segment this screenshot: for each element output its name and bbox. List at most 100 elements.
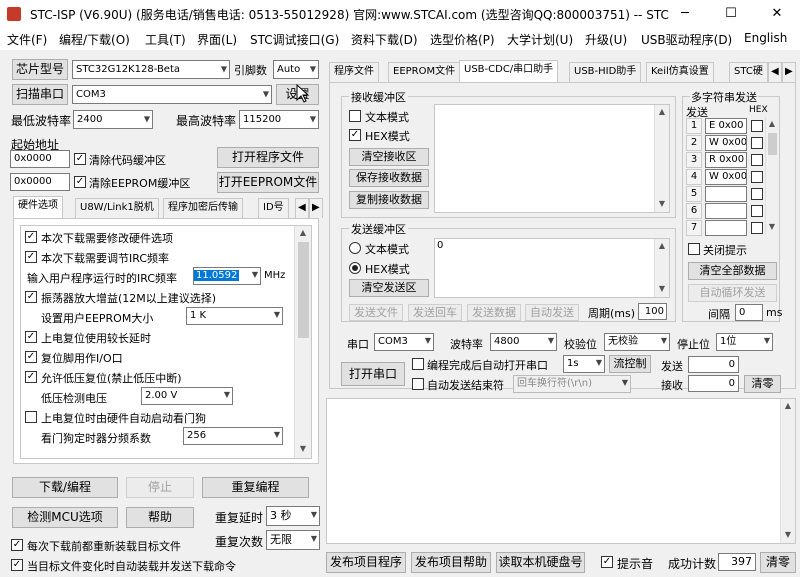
multi-send-index-button[interactable]: 2 [686, 135, 702, 151]
send-text-mode-radio[interactable] [349, 242, 361, 254]
reload-checkbox[interactable]: ✓ [11, 539, 23, 551]
eeprom-size-select[interactable]: 1 K ▼ [186, 307, 283, 325]
tab-encrypt[interactable]: 程序加密后传输 [163, 198, 243, 218]
menu-program[interactable]: 编程/下载(O) [59, 31, 130, 48]
stop-button[interactable]: 停止 [126, 477, 194, 498]
log-output[interactable]: ▲ ▼ [326, 398, 796, 544]
scroll-down-icon[interactable]: ▼ [656, 284, 668, 293]
multi-send-index-button[interactable]: 4 [686, 169, 702, 185]
baud-select[interactable]: 4800 ▼ [490, 333, 557, 351]
clear-success-button[interactable]: 清零 [760, 552, 796, 573]
adjust-irc-checkbox[interactable]: ✓ [25, 251, 37, 263]
read-disk-button[interactable]: 读取本机硬盘号 [496, 552, 585, 573]
serial-port-select[interactable]: COM3 ▼ [374, 333, 434, 351]
multi-send-input[interactable] [705, 220, 747, 236]
minimize-button[interactable]: ─ [662, 0, 708, 28]
copy-receive-button[interactable]: 复制接收数据 [349, 191, 429, 209]
tab-id[interactable]: ID号 [258, 198, 289, 218]
multi-send-hex-checkbox[interactable] [751, 205, 763, 217]
auto-open-delay-select[interactable]: 1s ▼ [563, 355, 605, 373]
clear-receive-button[interactable]: 清空接收区 [349, 148, 429, 166]
end-char-select[interactable]: 回车换行符(\r\n) ▼ [513, 375, 631, 393]
stop-bits-select[interactable]: 1位 ▼ [716, 333, 773, 351]
tab-stc-hw[interactable]: STC硬 [729, 62, 768, 82]
tab-usb-cdc[interactable]: USB-CDC/串口助手 [459, 60, 559, 82]
menu-tools[interactable]: 工具(T) [145, 31, 186, 48]
multi-send-input[interactable]: R 0x00 [705, 152, 747, 168]
tab-scroll-left-icon[interactable]: ◀ [295, 198, 309, 218]
modify-hw-checkbox[interactable]: ✓ [25, 231, 37, 243]
port-select[interactable]: COM3 ▼ [72, 85, 272, 104]
auto-send-end-checkbox[interactable] [412, 378, 424, 390]
close-button[interactable]: ✕ [754, 0, 800, 28]
tab-scroll-right-icon[interactable]: ▶ [309, 198, 323, 218]
scrollbar-thumb[interactable] [298, 242, 309, 338]
scrollbar-thumb[interactable] [768, 133, 777, 155]
min-baud-select[interactable]: 2400 ▼ [73, 110, 153, 129]
open-eeprom-button[interactable]: 打开EEPROM文件 [217, 172, 319, 193]
tab-scroll-left-icon[interactable]: ◀ [768, 62, 782, 82]
tab-keil[interactable]: Keil仿真设置 [646, 62, 714, 82]
tab-u8w-offline[interactable]: U8W/Link1脱机 [75, 198, 159, 218]
save-receive-button[interactable]: 保存接收数据 [349, 169, 429, 187]
send-return-button[interactable]: 发送回车 [408, 304, 462, 321]
menu-debug[interactable]: STC调试接口(G) [250, 31, 339, 48]
multi-send-input[interactable] [705, 203, 747, 219]
multi-send-input[interactable]: W 0x00 [705, 169, 747, 185]
receive-scrollbar[interactable]: ▲ ▼ [654, 105, 669, 212]
menu-docs[interactable]: 资料下载(D) [351, 31, 418, 48]
multi-send-index-button[interactable]: 3 [686, 152, 702, 168]
parity-select[interactable]: 无校验 ▼ [604, 333, 670, 351]
multi-send-scrollbar[interactable]: ▲ ▼ [765, 117, 778, 235]
auto-open-checkbox[interactable] [412, 358, 424, 370]
check-mcu-button[interactable]: 检测MCU选项 [12, 507, 118, 528]
beep-checkbox[interactable]: ✓ [601, 556, 613, 568]
receive-text-mode-checkbox[interactable] [349, 110, 361, 122]
scroll-up-icon[interactable]: ▲ [656, 107, 668, 116]
menu-upgrade[interactable]: 升级(U) [585, 31, 627, 48]
send-scrollbar[interactable]: ▲ ▼ [654, 239, 669, 297]
multi-send-input[interactable]: E 0x00 [705, 118, 747, 134]
multi-send-input[interactable] [705, 186, 747, 202]
multi-send-index-button[interactable]: 1 [686, 118, 702, 134]
period-input[interactable]: 100 [638, 303, 667, 320]
scroll-down-icon[interactable]: ▼ [782, 530, 794, 539]
menu-price[interactable]: 选型价格(P) [430, 31, 495, 48]
send-file-button[interactable]: 发送文件 [349, 304, 403, 321]
log-scrollbar[interactable]: ▲ ▼ [780, 399, 795, 543]
clear-send-button[interactable]: 清空发送区 [349, 279, 429, 297]
auto-send-button[interactable]: 自动发送 [525, 304, 579, 321]
auto-cycle-button[interactable]: 自动循环发送 [688, 284, 777, 302]
scroll-up-icon[interactable]: ▲ [782, 401, 794, 410]
multi-send-hex-checkbox[interactable] [751, 171, 763, 183]
multi-send-index-button[interactable]: 6 [686, 203, 702, 219]
send-hex-mode-radio[interactable] [349, 262, 361, 274]
help-button[interactable]: 帮助 [126, 507, 194, 528]
menu-file[interactable]: 文件(F) [7, 31, 47, 48]
lvd-voltage-select[interactable]: 2.00 V ▼ [141, 387, 233, 405]
low-voltage-reset-checkbox[interactable]: ✓ [25, 371, 37, 383]
clear-all-button[interactable]: 清空全部数据 [688, 262, 777, 280]
auto-load-checkbox[interactable]: ✓ [11, 559, 23, 571]
clear-code-checkbox[interactable]: ✓ [74, 153, 86, 165]
close-hint-checkbox[interactable] [688, 243, 700, 255]
publish-help-button[interactable]: 发布项目帮助 [411, 552, 491, 573]
multi-send-index-button[interactable]: 7 [686, 220, 702, 236]
menu-interface[interactable]: 界面(L) [197, 31, 237, 48]
tab-eeprom-file[interactable]: EEPROM文件 [388, 62, 461, 82]
long-reset-delay-checkbox[interactable]: ✓ [25, 331, 37, 343]
menu-usb-driver[interactable]: USB驱动程序(D) [641, 31, 732, 48]
interval-input[interactable]: 0 [735, 304, 763, 321]
max-baud-select[interactable]: 115200 ▼ [239, 110, 319, 129]
scroll-down-icon[interactable]: ▼ [766, 222, 778, 231]
multi-send-hex-checkbox[interactable] [751, 137, 763, 149]
clear-eeprom-checkbox[interactable]: ✓ [74, 176, 86, 188]
publish-program-button[interactable]: 发布项目程序 [326, 552, 406, 573]
open-program-button[interactable]: 打开程序文件 [217, 147, 319, 168]
multi-send-hex-checkbox[interactable] [751, 154, 763, 166]
scroll-up-icon[interactable]: ▲ [297, 228, 309, 237]
open-port-button[interactable]: 打开串口 [341, 362, 405, 386]
tab-scroll-right-icon[interactable]: ▶ [782, 62, 796, 82]
pin-select[interactable]: Auto ▼ [273, 60, 319, 79]
code-address-input[interactable]: 0x0000 [10, 150, 70, 168]
